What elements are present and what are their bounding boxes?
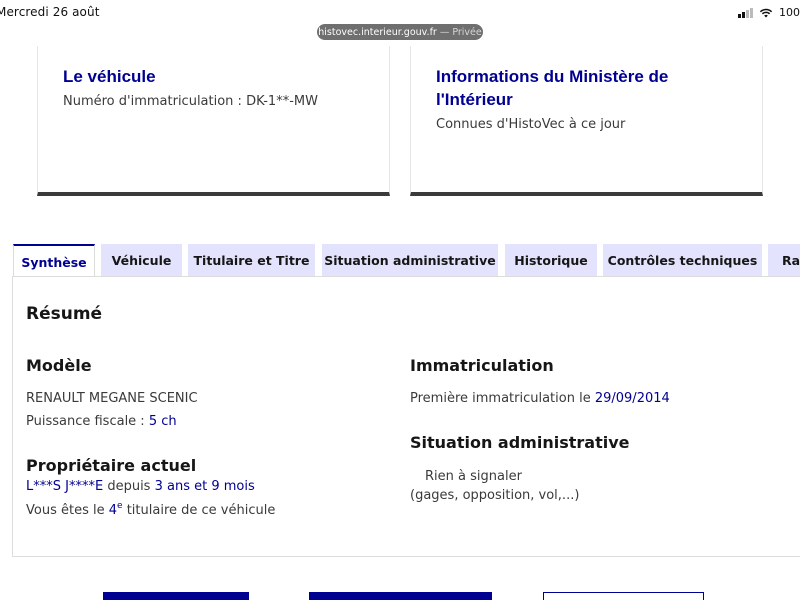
status-indicators: 100 xyxy=(738,6,800,19)
tab-situation-administrative[interactable]: Situation administrative xyxy=(322,244,498,277)
url-domain: histovec.interieur.gouv.fr xyxy=(318,26,437,38)
registration-heading: Immatriculation xyxy=(410,356,554,375)
owner-since-label: depuis xyxy=(107,479,151,494)
vehicle-card: Le véhicule Numéro d'immatriculation : D… xyxy=(37,46,390,196)
action-button-1[interactable] xyxy=(103,592,249,600)
wifi-icon xyxy=(759,8,773,17)
ministry-card-subtitle: Connues d'HistoVec à ce jour xyxy=(436,117,626,132)
cellular-signal-icon xyxy=(738,7,753,18)
ministry-card: Informations du Ministère de l'Intérieur… xyxy=(410,46,763,196)
owner-heading: Propriétaire actuel xyxy=(26,456,197,475)
tab-historique[interactable]: Historique xyxy=(505,244,597,277)
model-heading: Modèle xyxy=(26,356,92,375)
admin-situation-heading: Situation administrative xyxy=(410,433,630,452)
owner-rank-suffix: titulaire de ce véhicule xyxy=(126,503,276,518)
owner-since-value: 3 ans et 9 mois xyxy=(154,479,255,494)
tab-controles-techniques[interactable]: Contrôles techniques xyxy=(603,244,762,277)
tab-titulaire-titre[interactable]: Titulaire et Titre xyxy=(188,244,315,277)
admin-situation-details: (gages, opposition, vol,...) xyxy=(410,488,580,503)
owner-name: L***S J****E xyxy=(26,479,104,494)
ministry-card-title: Informations du Ministère de l'Intérieur xyxy=(436,67,669,109)
tab-synthese[interactable]: Synthèse xyxy=(13,244,95,278)
first-registration-date: 29/09/2014 xyxy=(594,391,670,406)
tab-rapport[interactable]: Rap xyxy=(768,244,800,277)
action-button-3[interactable] xyxy=(543,592,704,600)
model-name: RENAULT MEGANE SCENIC xyxy=(26,391,198,406)
owner-rank: Vous êtes le 4e titulaire de ce véhicule xyxy=(26,497,275,520)
tab-vehicule[interactable]: Véhicule xyxy=(101,244,182,277)
vehicle-card-title: Le véhicule xyxy=(63,67,156,86)
fiscal-power-value: 5 ch xyxy=(148,414,177,429)
tab-bar: Synthèse Véhicule Titulaire et Titre Sit… xyxy=(0,244,800,278)
admin-situation-status: Rien à signaler xyxy=(425,469,522,484)
first-registration-label: Première immatriculation le xyxy=(410,391,591,406)
status-time: Mercredi 26 août xyxy=(0,5,100,19)
status-bar: Mercredi 26 août 100 xyxy=(0,0,800,26)
battery-level: 100 xyxy=(779,6,800,19)
first-registration: Première immatriculation le 29/09/2014 xyxy=(410,390,670,408)
fiscal-power-label: Puissance fiscale : xyxy=(26,414,145,429)
fiscal-power: Puissance fiscale : 5 ch xyxy=(26,413,177,431)
owner-rank-number: 4e xyxy=(108,501,123,518)
owner-rank-prefix: Vous êtes le xyxy=(26,503,105,518)
action-button-2[interactable] xyxy=(309,592,492,600)
registration-number: Numéro d'immatriculation : DK-1**-MW xyxy=(63,94,318,109)
private-mode-label: Privée xyxy=(452,26,482,38)
summary-title: Résumé xyxy=(26,304,103,324)
url-separator: — xyxy=(439,26,450,38)
owner-since: L***S J****E depuis 3 ans et 9 mois xyxy=(26,478,255,496)
url-bar[interactable]: histovec.interieur.gouv.fr — Privée xyxy=(317,24,483,40)
